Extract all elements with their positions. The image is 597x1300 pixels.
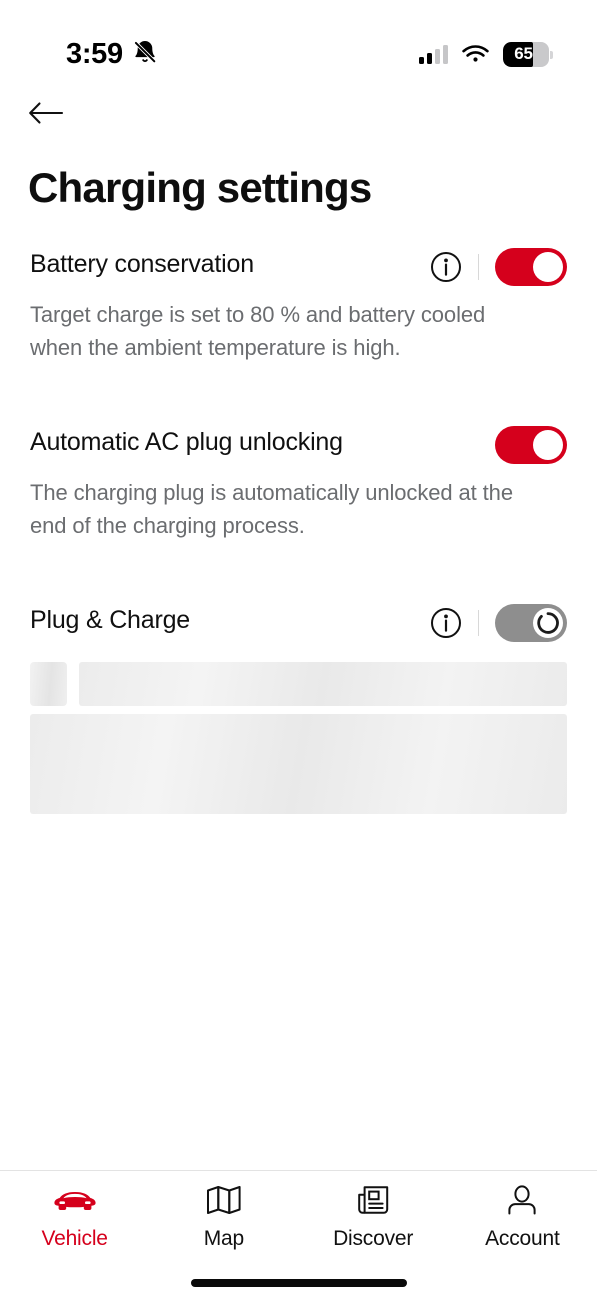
home-indicator[interactable]	[190, 1279, 407, 1287]
home-indicator-area	[0, 1266, 597, 1300]
placeholder-square	[30, 662, 67, 707]
tab-label: Vehicle	[41, 1227, 108, 1250]
setting-row-automatic-ac-plug-unlocking: Automatic AC plug unlocking The charging…	[30, 426, 567, 542]
placeholder-row	[30, 662, 567, 707]
tab-vehicle[interactable]: Vehicle	[0, 1181, 149, 1251]
tab-account[interactable]: Account	[448, 1181, 597, 1251]
tab-label: Map	[203, 1227, 244, 1250]
setting-title: Automatic AC plug unlocking	[30, 428, 343, 457]
setting-row-battery-conservation: Battery conservation Target charge is se…	[30, 248, 567, 364]
app-screen: 3:59 65 Charging settings Battery conser…	[0, 0, 597, 1300]
status-bar-right: 65	[419, 41, 553, 67]
placeholder-block	[30, 714, 567, 815]
setting-controls	[495, 426, 567, 465]
back-button[interactable]	[28, 98, 72, 132]
setting-row-plug-and-charge: Plug & Charge	[30, 604, 567, 648]
content-loading-placeholder	[0, 662, 597, 815]
bell-slash-icon	[132, 39, 158, 70]
tab-label: Discover	[333, 1227, 414, 1250]
wifi-icon	[462, 44, 489, 64]
setting-description: Target charge is set to 80 % and battery…	[30, 302, 486, 361]
setting-title: Battery conservation	[30, 250, 254, 279]
toggle-knob	[533, 608, 563, 639]
placeholder-bar	[79, 662, 567, 707]
control-divider	[478, 610, 479, 637]
setting-row-header: Automatic AC plug unlocking	[30, 426, 567, 470]
toggle-knob	[533, 430, 563, 461]
toggle-automatic-ac-plug-unlocking[interactable]	[495, 426, 567, 465]
setting-title: Plug & Charge	[30, 606, 190, 635]
control-divider	[478, 254, 479, 281]
newspaper-icon	[356, 1181, 390, 1219]
settings-list: Battery conservation Target charge is se…	[0, 248, 597, 648]
tab-map[interactable]: Map	[149, 1181, 298, 1251]
toggle-plug-and-charge[interactable]	[495, 604, 567, 643]
page-title: Charging settings	[28, 164, 372, 211]
bottom-tab-bar: Vehicle Map Discover Account	[0, 1170, 597, 1266]
setting-row-header: Plug & Charge	[30, 604, 567, 648]
status-bar-clock: 3:59	[66, 37, 123, 70]
nav-bar	[0, 82, 597, 134]
tab-discover[interactable]: Discover	[299, 1181, 448, 1251]
status-bar-left: 3:59	[66, 39, 158, 70]
person-icon	[505, 1181, 539, 1219]
car-icon	[52, 1181, 98, 1219]
setting-controls	[430, 604, 567, 643]
status-bar: 3:59 65	[0, 0, 597, 82]
tab-label: Account	[485, 1227, 560, 1250]
info-icon[interactable]	[430, 607, 462, 639]
toggle-knob	[533, 252, 563, 283]
battery-icon: 65	[503, 41, 553, 67]
setting-description: The charging plug is automatically unloc…	[30, 480, 513, 539]
setting-row-header: Battery conservation	[30, 248, 567, 292]
info-icon[interactable]	[430, 251, 462, 283]
loading-spinner-icon	[537, 612, 559, 634]
setting-controls	[430, 248, 567, 287]
battery-percent-label: 65	[514, 44, 533, 63]
back-arrow-icon	[28, 100, 64, 131]
cellular-signal-icon	[419, 44, 448, 64]
toggle-battery-conservation[interactable]	[495, 248, 567, 287]
map-icon	[206, 1181, 242, 1219]
